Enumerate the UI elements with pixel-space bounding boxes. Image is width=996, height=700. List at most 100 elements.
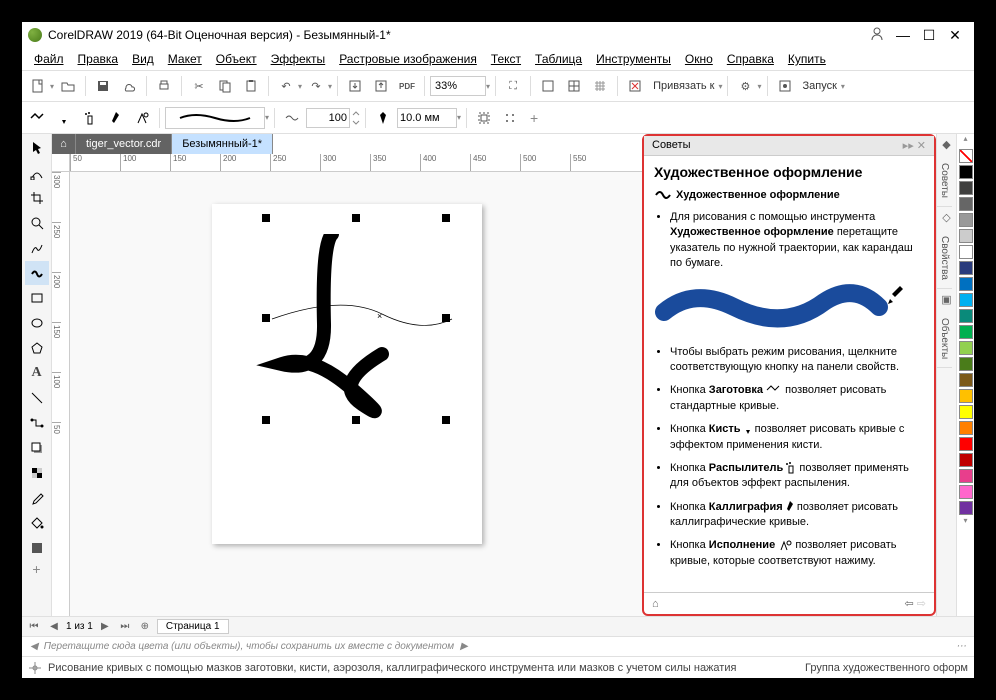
launch-label[interactable]: Запуск [799, 80, 841, 92]
undo-button[interactable]: ↶ [274, 74, 298, 98]
menu-buy[interactable]: Купить [782, 50, 832, 68]
swatch[interactable] [959, 357, 973, 371]
menu-bitmaps[interactable]: Растровые изображения [333, 50, 483, 68]
docker-tab-hints[interactable]: Советы [937, 155, 952, 207]
menu-file[interactable]: Файл [28, 50, 70, 68]
sprayer-button[interactable] [78, 106, 102, 130]
stroke-width-input[interactable] [397, 108, 457, 128]
menu-text[interactable]: Текст [485, 50, 527, 68]
minimize-button[interactable]: — [890, 27, 916, 43]
menu-object[interactable]: Объект [210, 50, 263, 68]
grid2-button[interactable] [562, 74, 586, 98]
swatch[interactable] [959, 373, 973, 387]
cloud-button[interactable] [117, 74, 141, 98]
smoothing-input[interactable] [306, 108, 350, 128]
tray-prev-button[interactable]: ◀ [30, 641, 38, 652]
save-button[interactable] [91, 74, 115, 98]
menu-view[interactable]: Вид [126, 50, 160, 68]
doc-tab-2[interactable]: Безымянный-1* [172, 134, 273, 154]
swatch[interactable] [959, 277, 973, 291]
artwork-stroke[interactable]: × [252, 234, 472, 434]
swatch[interactable] [959, 437, 973, 451]
swatch[interactable] [959, 405, 973, 419]
palette-up-button[interactable]: ▴ [957, 134, 974, 148]
sel-handle-nw[interactable] [262, 214, 270, 222]
doc-tab-1[interactable]: tiger_vector.cdr [76, 134, 172, 154]
smart-fill-tool[interactable] [25, 536, 49, 560]
transparency-tool[interactable] [25, 461, 49, 485]
new-button[interactable] [26, 74, 50, 98]
docker-tab-properties[interactable]: Свойства [937, 228, 952, 289]
drop-shadow-tool[interactable] [25, 436, 49, 460]
artistic-media-tool[interactable] [25, 261, 49, 285]
grid3-button[interactable] [588, 74, 612, 98]
pdf-button[interactable]: PDF [395, 74, 419, 98]
tray-menu-button[interactable]: ⋯ [956, 641, 966, 652]
page-prev-button[interactable]: ◀ [46, 621, 62, 632]
grid1-button[interactable] [536, 74, 560, 98]
launch-icon[interactable] [773, 74, 797, 98]
swatch[interactable] [959, 485, 973, 499]
scale-stroke-button[interactable] [498, 106, 522, 130]
eyedropper-tool[interactable] [25, 486, 49, 510]
zoom-tool[interactable] [25, 211, 49, 235]
import-button[interactable] [343, 74, 367, 98]
open-button[interactable] [56, 74, 80, 98]
rectangle-tool[interactable] [25, 286, 49, 310]
account-icon[interactable] [864, 26, 890, 45]
redo-button[interactable]: ↷ [304, 74, 328, 98]
menu-effects[interactable]: Эффекты [265, 50, 332, 68]
swatch[interactable] [959, 245, 973, 259]
connector-tool[interactable] [25, 411, 49, 435]
close-button[interactable]: ✕ [942, 27, 968, 44]
page-add-button[interactable]: ⊕ [137, 621, 153, 632]
tool-add[interactable]: + [26, 561, 46, 577]
shape-tool[interactable] [25, 161, 49, 185]
swatch[interactable] [959, 213, 973, 227]
bounding-button[interactable] [472, 106, 496, 130]
parallel-dim-tool[interactable] [25, 386, 49, 410]
page-next-button[interactable]: ▶ [97, 621, 113, 632]
swatch[interactable] [959, 293, 973, 307]
palette-down-button[interactable]: ▾ [957, 516, 974, 525]
calligraphy-button[interactable] [104, 106, 128, 130]
swatch[interactable] [959, 325, 973, 339]
tray-next-button[interactable]: ▶ [460, 641, 468, 652]
pick-tool[interactable] [25, 136, 49, 160]
hints-home-button[interactable]: ⌂ [652, 598, 659, 610]
swatch[interactable] [959, 229, 973, 243]
crop-tool[interactable] [25, 186, 49, 210]
docker-tab-props-icon[interactable]: ◇ [937, 207, 956, 228]
menu-tools[interactable]: Инструменты [590, 50, 677, 68]
zoom-input[interactable] [430, 76, 486, 96]
swatch[interactable] [959, 181, 973, 195]
sel-handle-ne[interactable] [442, 214, 450, 222]
fill-tool[interactable] [25, 511, 49, 535]
swatch[interactable] [959, 261, 973, 275]
text-tool[interactable]: A [25, 361, 49, 385]
home-tab[interactable]: ⌂ [52, 134, 76, 154]
snap-toggle-button[interactable] [623, 74, 647, 98]
options-button[interactable]: ⚙ [733, 74, 757, 98]
swatch-none[interactable] [959, 149, 973, 163]
page-tab-1[interactable]: Страница 1 [157, 619, 229, 634]
pressure-button[interactable] [130, 106, 154, 130]
paste-button[interactable] [239, 74, 263, 98]
polygon-tool[interactable] [25, 336, 49, 360]
ellipse-tool[interactable] [25, 311, 49, 335]
cut-button[interactable]: ✂ [187, 74, 211, 98]
preset-button[interactable] [26, 106, 50, 130]
menu-layout[interactable]: Макет [162, 50, 208, 68]
menu-edit[interactable]: Правка [72, 50, 125, 68]
swatch[interactable] [959, 453, 973, 467]
copy-button[interactable] [213, 74, 237, 98]
fullscreen-button[interactable]: ⛶ [501, 74, 525, 98]
docker-tab-objects-icon[interactable]: ▣ [937, 289, 956, 310]
menu-table[interactable]: Таблица [529, 50, 588, 68]
sel-handle-n[interactable] [352, 214, 360, 222]
page-first-button[interactable]: ⏮ [26, 621, 42, 632]
menu-help[interactable]: Справка [721, 50, 780, 68]
page-last-button[interactable]: ⏭ [117, 621, 133, 632]
hints-forward-button[interactable]: ⇨ [917, 598, 926, 610]
stroke-preview[interactable] [165, 107, 265, 129]
